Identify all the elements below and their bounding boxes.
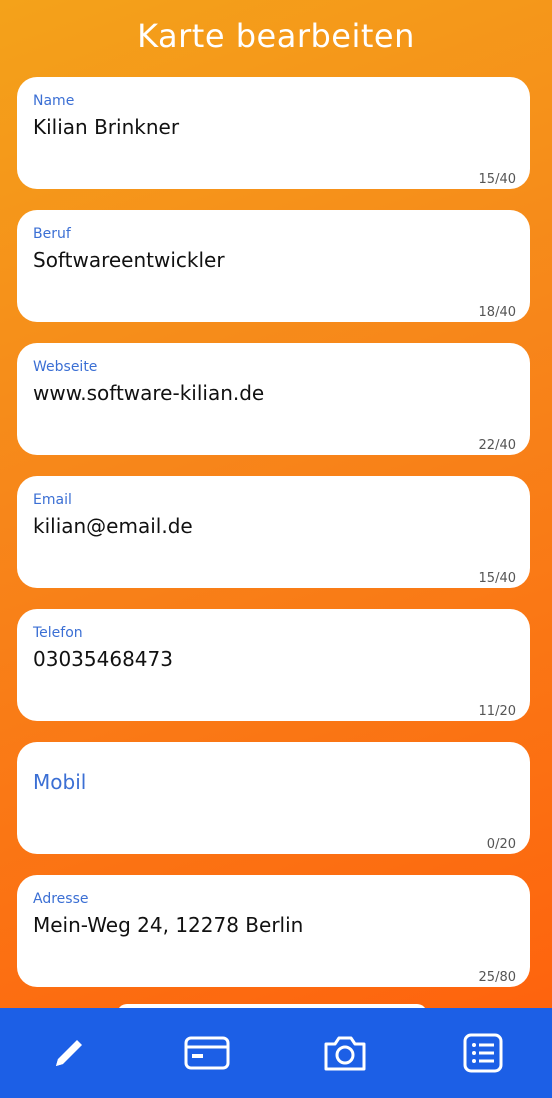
nav-camera-button[interactable] xyxy=(276,1008,414,1098)
beruf-label: Beruf xyxy=(33,226,71,242)
list-icon xyxy=(461,1031,505,1075)
nav-edit-button[interactable] xyxy=(0,1008,138,1098)
pencil-icon xyxy=(49,1033,89,1073)
email-field[interactable]: Email kilian@email.de 15/40 xyxy=(17,476,530,588)
name-field[interactable]: Name Kilian Brinkner 15/40 xyxy=(17,77,530,189)
beruf-counter: 18/40 xyxy=(478,305,516,320)
mobil-label: Mobil xyxy=(33,770,87,794)
telefon-counter: 11/20 xyxy=(478,704,516,719)
email-value[interactable]: kilian@email.de xyxy=(33,514,193,538)
telefon-field[interactable]: Telefon 03035468473 11/20 xyxy=(17,609,530,721)
adresse-field[interactable]: Adresse Mein-Weg 24, 12278 Berlin 25/80 xyxy=(17,875,530,987)
adresse-label: Adresse xyxy=(33,891,89,907)
email-counter: 15/40 xyxy=(478,571,516,586)
name-value[interactable]: Kilian Brinkner xyxy=(33,115,179,139)
nav-list-button[interactable] xyxy=(414,1008,552,1098)
webseite-value[interactable]: www.software-kilian.de xyxy=(33,381,264,405)
beruf-value[interactable]: Softwareentwickler xyxy=(33,248,225,272)
telefon-label: Telefon xyxy=(33,625,83,641)
name-label: Name xyxy=(33,93,75,109)
nav-card-button[interactable] xyxy=(138,1008,276,1098)
page-title: Karte bearbeiten xyxy=(137,17,415,55)
webseite-label: Webseite xyxy=(33,359,98,375)
mobil-counter: 0/20 xyxy=(486,837,516,852)
camera-icon xyxy=(321,1033,369,1073)
beruf-field[interactable]: Beruf Softwareentwickler 18/40 xyxy=(17,210,530,322)
card-icon xyxy=(183,1033,231,1073)
webseite-field[interactable]: Webseite www.software-kilian.de 22/40 xyxy=(17,343,530,455)
email-label: Email xyxy=(33,492,72,508)
mobil-field[interactable]: Mobil 0/20 xyxy=(17,742,530,854)
name-counter: 15/40 xyxy=(478,172,516,187)
webseite-counter: 22/40 xyxy=(478,438,516,453)
adresse-value[interactable]: Mein-Weg 24, 12278 Berlin xyxy=(33,913,303,937)
adresse-counter: 25/80 xyxy=(478,970,516,985)
telefon-value[interactable]: 03035468473 xyxy=(33,647,173,671)
bottom-nav xyxy=(0,1008,552,1098)
